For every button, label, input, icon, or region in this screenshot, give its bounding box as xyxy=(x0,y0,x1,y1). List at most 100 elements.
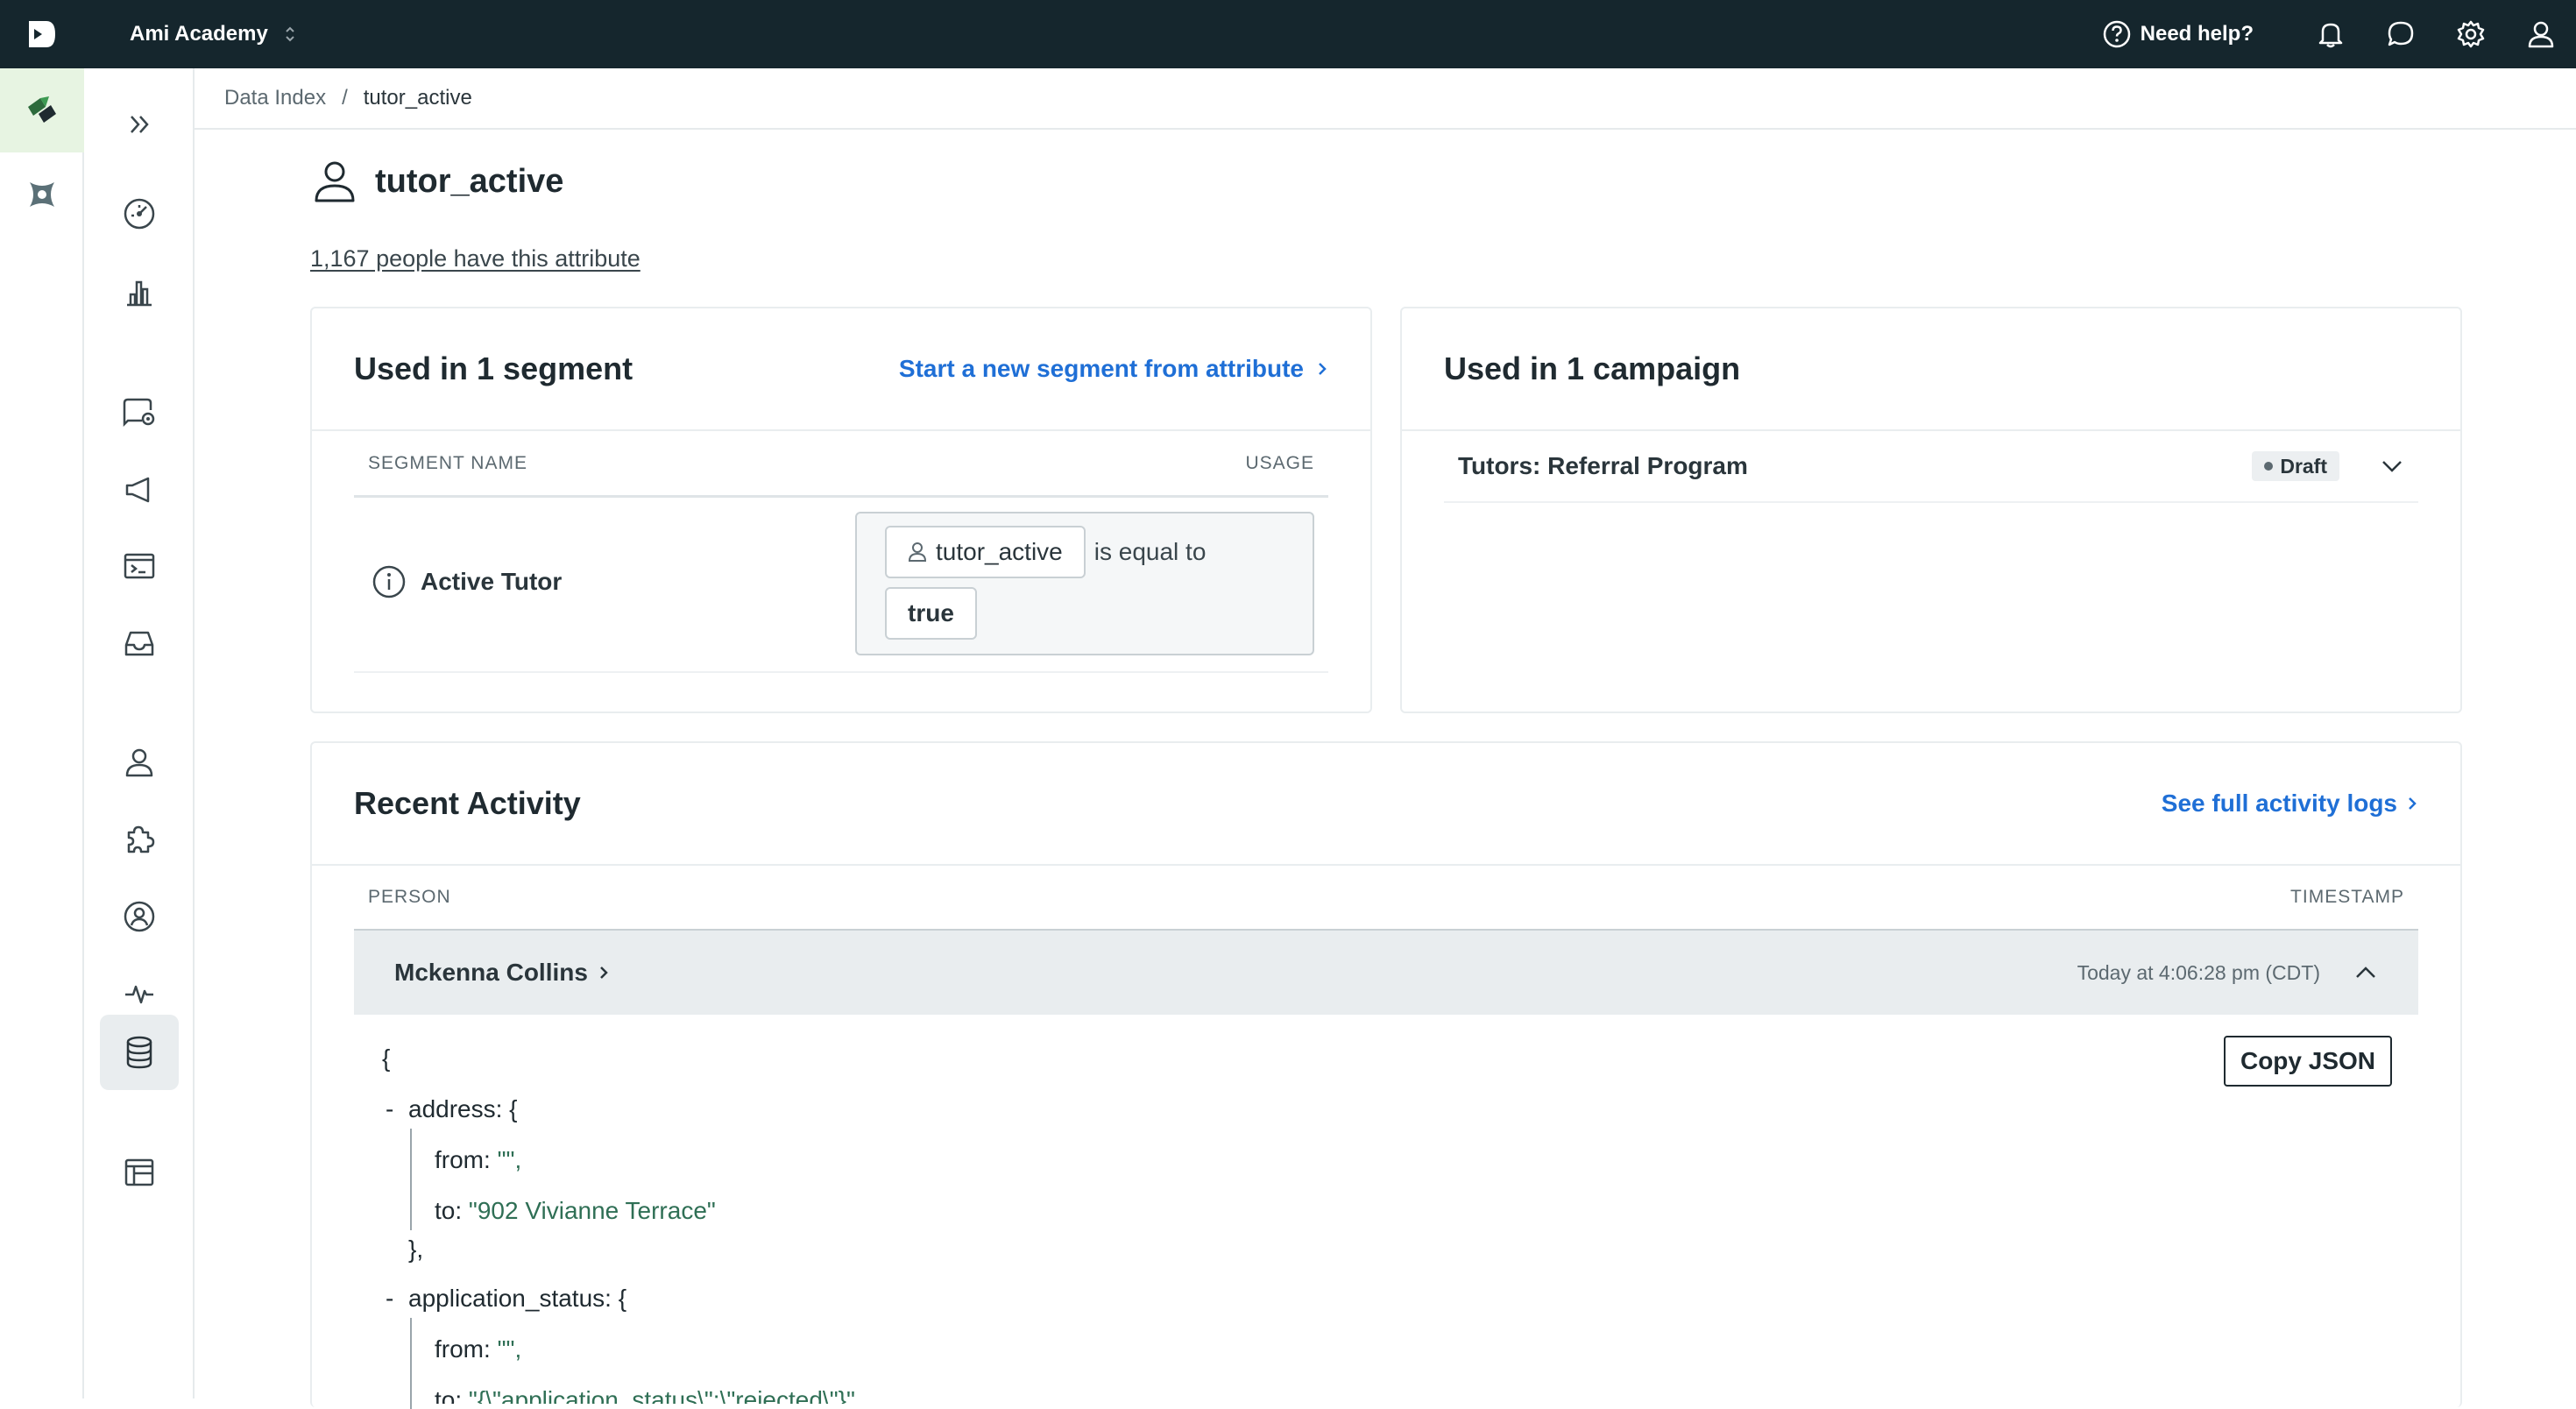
activity-timestamp: Today at 4:06:28 pm (CDT) xyxy=(2077,960,2320,984)
gear-icon xyxy=(2457,20,2485,48)
secondary-app-switch[interactable] xyxy=(0,152,84,237)
notifications-button[interactable] xyxy=(2296,0,2366,68)
chevron-down-icon[interactable] xyxy=(2380,457,2404,475)
journeys-app-switch[interactable] xyxy=(0,68,84,152)
condition-value: true xyxy=(885,587,977,640)
recent-activity-card: Recent Activity See full activity logs P… xyxy=(310,741,2462,1409)
activity-row[interactable]: Mckenna Collins Today at 4:06:28 pm (CDT… xyxy=(354,929,2418,1015)
json-status-to: to: "{\"application_status\":\"rejected\… xyxy=(435,1386,855,1404)
copy-json-button[interactable]: Copy JSON xyxy=(2224,1036,2392,1087)
json-indent-guide xyxy=(410,1318,412,1409)
nav-integrations[interactable] xyxy=(100,813,179,866)
nav-dashboard[interactable] xyxy=(100,188,179,240)
activity-logs-label: See full activity logs xyxy=(2161,789,2397,817)
megaphone-icon xyxy=(125,477,150,503)
col-timestamp: TIMESTAMP xyxy=(2290,887,2404,907)
json-indent-guide xyxy=(410,1129,412,1230)
status-label: Draft xyxy=(2280,454,2327,478)
messages-button[interactable] xyxy=(2366,0,2436,68)
info-icon[interactable] xyxy=(372,564,407,599)
puzzle-icon xyxy=(127,825,155,853)
nav-data-index[interactable] xyxy=(100,1015,179,1090)
person-link[interactable]: Mckenna Collins xyxy=(394,959,2077,987)
table-row[interactable]: Active Tutor tutor_active is equal to tr… xyxy=(354,498,1328,673)
person-icon xyxy=(125,748,153,777)
person-small-icon xyxy=(908,542,927,562)
segments-card: Used in 1 segment Start a new segment fr… xyxy=(310,307,1372,713)
segments-card-title: Used in 1 segment xyxy=(354,350,633,386)
chevron-right-icon xyxy=(1319,363,1327,375)
journeys-logo-icon xyxy=(28,96,56,123)
product-rail xyxy=(0,68,84,1398)
nav-objects[interactable] xyxy=(100,890,179,943)
status-badge: Draft xyxy=(2252,451,2339,481)
bar-chart-icon xyxy=(127,280,152,307)
condition-operator: is equal to xyxy=(1093,538,1207,565)
campaigns-card: Used in 1 campaign Tutors: Referral Prog… xyxy=(1400,307,2462,713)
new-segment-link[interactable]: Start a new segment from attribute xyxy=(899,355,1328,383)
nav-analytics[interactable] xyxy=(100,266,179,319)
nav-broadcasts[interactable] xyxy=(100,540,179,592)
campaigns-card-title: Used in 1 campaign xyxy=(1444,350,1741,386)
table-layout-icon xyxy=(124,1158,154,1186)
col-usage: USAGE xyxy=(1245,452,1314,473)
workspace-switcher[interactable]: Ami Academy xyxy=(130,22,296,46)
side-nav xyxy=(84,68,195,1398)
campaign-name[interactable]: Tutors: Referral Program xyxy=(1458,452,2252,480)
chevron-up-icon[interactable] xyxy=(2353,964,2378,981)
breadcrumb-data-index[interactable]: Data Index xyxy=(224,86,326,110)
workspace-name: Ami Academy xyxy=(130,22,268,46)
need-help-button[interactable]: Need help? xyxy=(2102,19,2254,49)
activity-logs-link[interactable]: See full activity logs xyxy=(2162,789,2418,818)
account-button[interactable] xyxy=(2506,0,2576,68)
database-icon xyxy=(126,1036,152,1069)
nav-activity-logs[interactable] xyxy=(100,967,179,1020)
segment-name-cell: Active Tutor xyxy=(372,564,562,599)
recent-activity-title: Recent Activity xyxy=(354,785,581,821)
chat-bubble-icon xyxy=(2388,21,2414,46)
nav-campaigns[interactable] xyxy=(100,463,179,515)
chevron-updown-icon xyxy=(284,24,296,45)
breadcrumb-separator: / xyxy=(342,86,348,110)
json-application-status-key: application_status: { xyxy=(408,1285,627,1312)
json-collapse-address[interactable]: - xyxy=(386,1095,393,1123)
message-settings-icon xyxy=(123,398,155,428)
campaign-row[interactable]: Tutors: Referral Program Draft xyxy=(1444,431,2418,503)
page-title: tutor_active xyxy=(312,158,563,205)
breadcrumb-current: tutor_active xyxy=(363,86,472,110)
segments-table-header: SEGMENT NAME USAGE xyxy=(354,431,1328,498)
bell-icon xyxy=(2318,23,2343,48)
json-open-brace: { xyxy=(382,1044,391,1072)
json-collapse-status[interactable]: - xyxy=(386,1285,393,1313)
settings-button[interactable] xyxy=(2436,0,2506,68)
logo-icon xyxy=(29,21,55,47)
nav-content[interactable] xyxy=(100,1146,179,1199)
inbox-icon xyxy=(124,631,154,656)
segment-name[interactable]: Active Tutor xyxy=(421,568,562,596)
person-name: Mckenna Collins xyxy=(394,959,588,986)
top-bar: Ami Academy Need help? xyxy=(0,0,2576,68)
new-segment-label: Start a new segment from attribute xyxy=(898,355,1304,382)
breadcrumb: Data Index / tutor_active xyxy=(195,68,2576,130)
nav-people[interactable] xyxy=(100,736,179,789)
person-attribute-icon xyxy=(315,161,355,202)
need-help-label: Need help? xyxy=(2140,22,2254,46)
expand-nav-button[interactable] xyxy=(100,103,179,145)
col-segment-name: SEGMENT NAME xyxy=(368,452,527,473)
user-icon xyxy=(2528,21,2554,48)
people-count-link[interactable]: 1,167 people have this attribute xyxy=(310,245,640,273)
app-logo[interactable] xyxy=(0,0,84,68)
json-address-from: from: "", xyxy=(435,1146,522,1173)
nav-inbox[interactable] xyxy=(100,617,179,669)
chevron-right-icon xyxy=(600,966,608,979)
chevron-right-icon xyxy=(2409,797,2417,810)
segment-condition: tutor_active is equal to true xyxy=(855,512,1314,655)
question-icon xyxy=(2103,20,2130,48)
double-chevron-right-icon xyxy=(131,116,149,133)
json-address-key: address: { xyxy=(408,1095,518,1122)
status-dot xyxy=(2264,462,2274,471)
activity-table-header: PERSON TIMESTAMP xyxy=(354,866,2418,929)
condition-attribute: tutor_active xyxy=(936,538,1063,565)
pulse-icon xyxy=(125,985,153,1004)
nav-messages[interactable] xyxy=(100,386,179,438)
